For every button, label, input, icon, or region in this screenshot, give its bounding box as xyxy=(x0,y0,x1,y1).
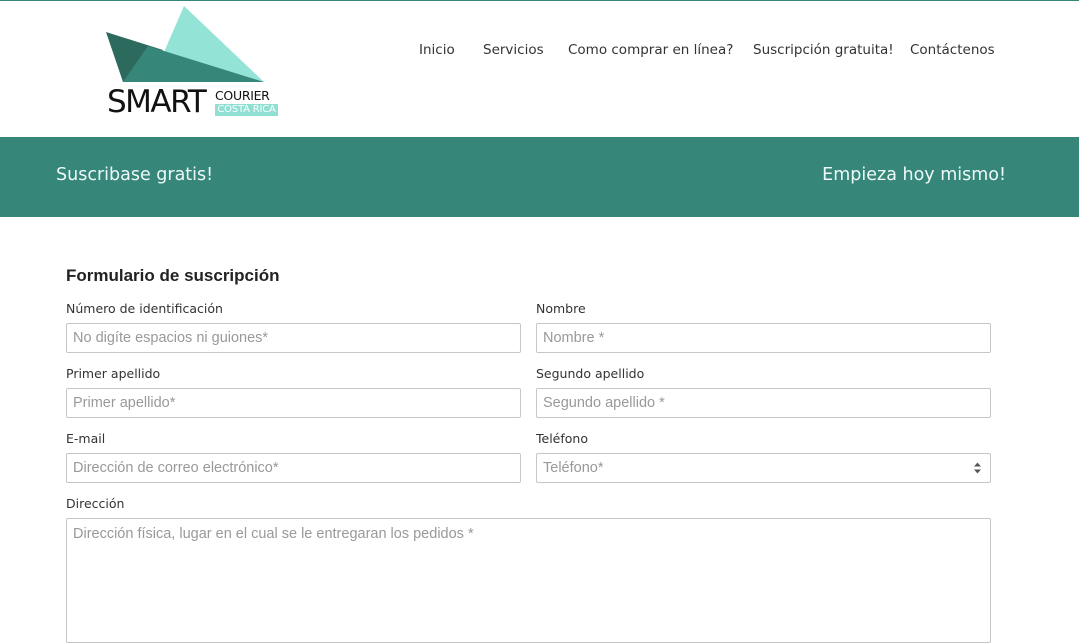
nav-item-servicios[interactable]: Servicios xyxy=(483,41,544,59)
phone-input[interactable] xyxy=(536,453,991,483)
number-spinner-icon[interactable] xyxy=(973,460,982,476)
nav-item-inicio[interactable]: Inicio xyxy=(419,41,455,59)
nav-item-contactenos[interactable]: Contáctenos xyxy=(910,41,995,59)
logo-triangles-icon xyxy=(106,6,264,82)
last-name-1-label: Primer apellido xyxy=(66,366,161,381)
last-name-2-label: Segundo apellido xyxy=(536,366,645,381)
banner-right-text: Empieza hoy mismo! xyxy=(822,165,1006,185)
address-textarea[interactable] xyxy=(66,518,991,643)
logo-region: COSTA RICA xyxy=(215,104,278,116)
banner-left-text: Suscribase gratis! xyxy=(56,165,214,185)
first-name-input[interactable] xyxy=(536,323,991,353)
last-name-2-input[interactable] xyxy=(536,388,991,418)
first-name-label: Nombre xyxy=(536,301,586,316)
phone-label: Teléfono xyxy=(536,431,588,446)
site-logo[interactable]: SMART COURIER COSTA RICA xyxy=(104,6,284,120)
logo-subword: COURIER xyxy=(215,88,270,103)
top-accent-line xyxy=(0,0,1079,1)
id-number-input[interactable] xyxy=(66,323,521,353)
form-title: Formulario de suscripción xyxy=(66,266,280,285)
logo-wordmark: SMART xyxy=(107,84,207,120)
last-name-1-input[interactable] xyxy=(66,388,521,418)
nav-item-suscripcion[interactable]: Suscripción gratuita! xyxy=(753,41,894,59)
nav-item-como-comprar[interactable]: Como comprar en línea? xyxy=(568,41,733,59)
address-label: Dirección xyxy=(66,496,125,511)
email-input[interactable] xyxy=(66,453,521,483)
email-label: E-mail xyxy=(66,431,106,446)
id-number-label: Número de identificación xyxy=(66,301,223,316)
hero-banner: Suscribase gratis! Empieza hoy mismo! xyxy=(0,137,1079,217)
